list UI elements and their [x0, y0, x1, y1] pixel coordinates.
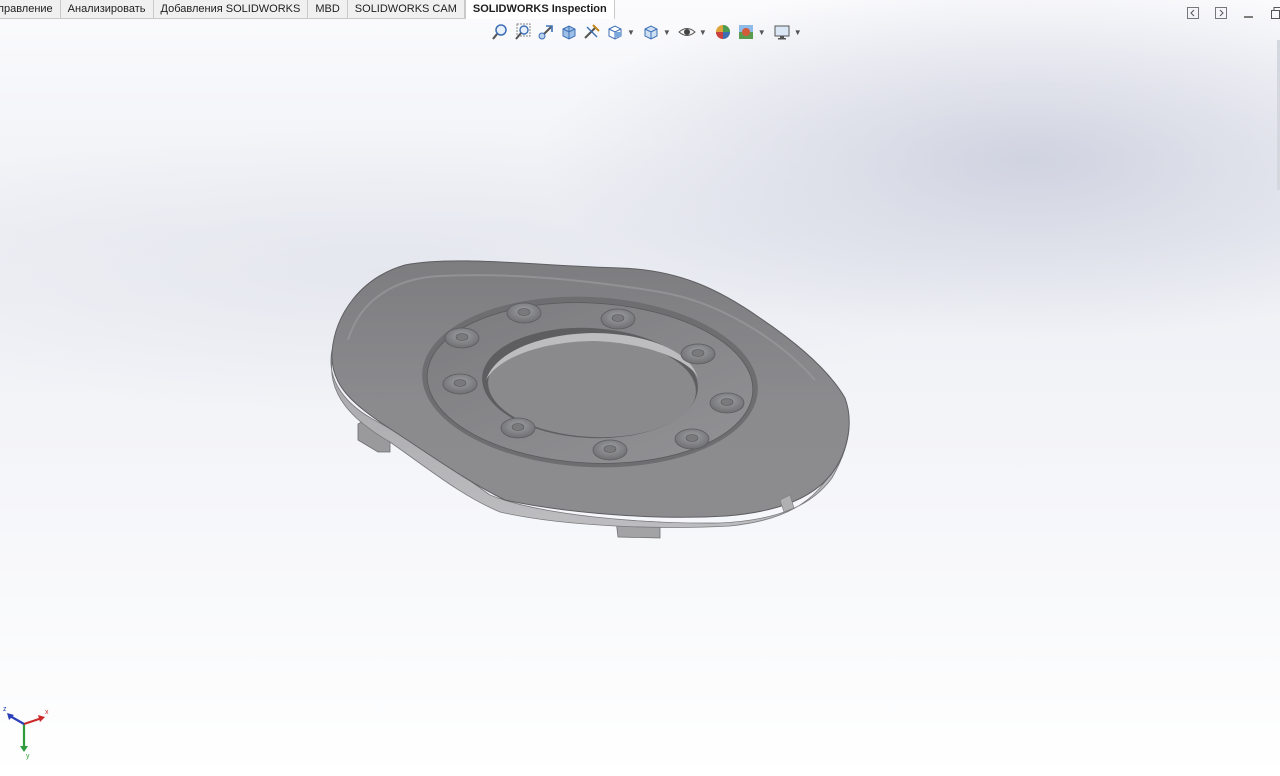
bolt[interactable]	[442, 373, 478, 395]
triad-x-label: x	[45, 709, 49, 716]
bolt[interactable]	[680, 343, 716, 365]
bolt[interactable]	[600, 308, 636, 330]
bolt[interactable]	[674, 428, 710, 450]
bolt[interactable]	[709, 392, 745, 414]
bolt[interactable]	[592, 439, 628, 461]
bolt[interactable]	[500, 417, 536, 439]
bolt[interactable]	[444, 327, 480, 349]
part-model[interactable]	[0, 0, 1280, 776]
reference-triad: x y z	[3, 706, 49, 760]
bolt[interactable]	[506, 302, 542, 324]
triad-y-label: y	[26, 753, 30, 760]
triad-z-label: z	[3, 706, 7, 713]
